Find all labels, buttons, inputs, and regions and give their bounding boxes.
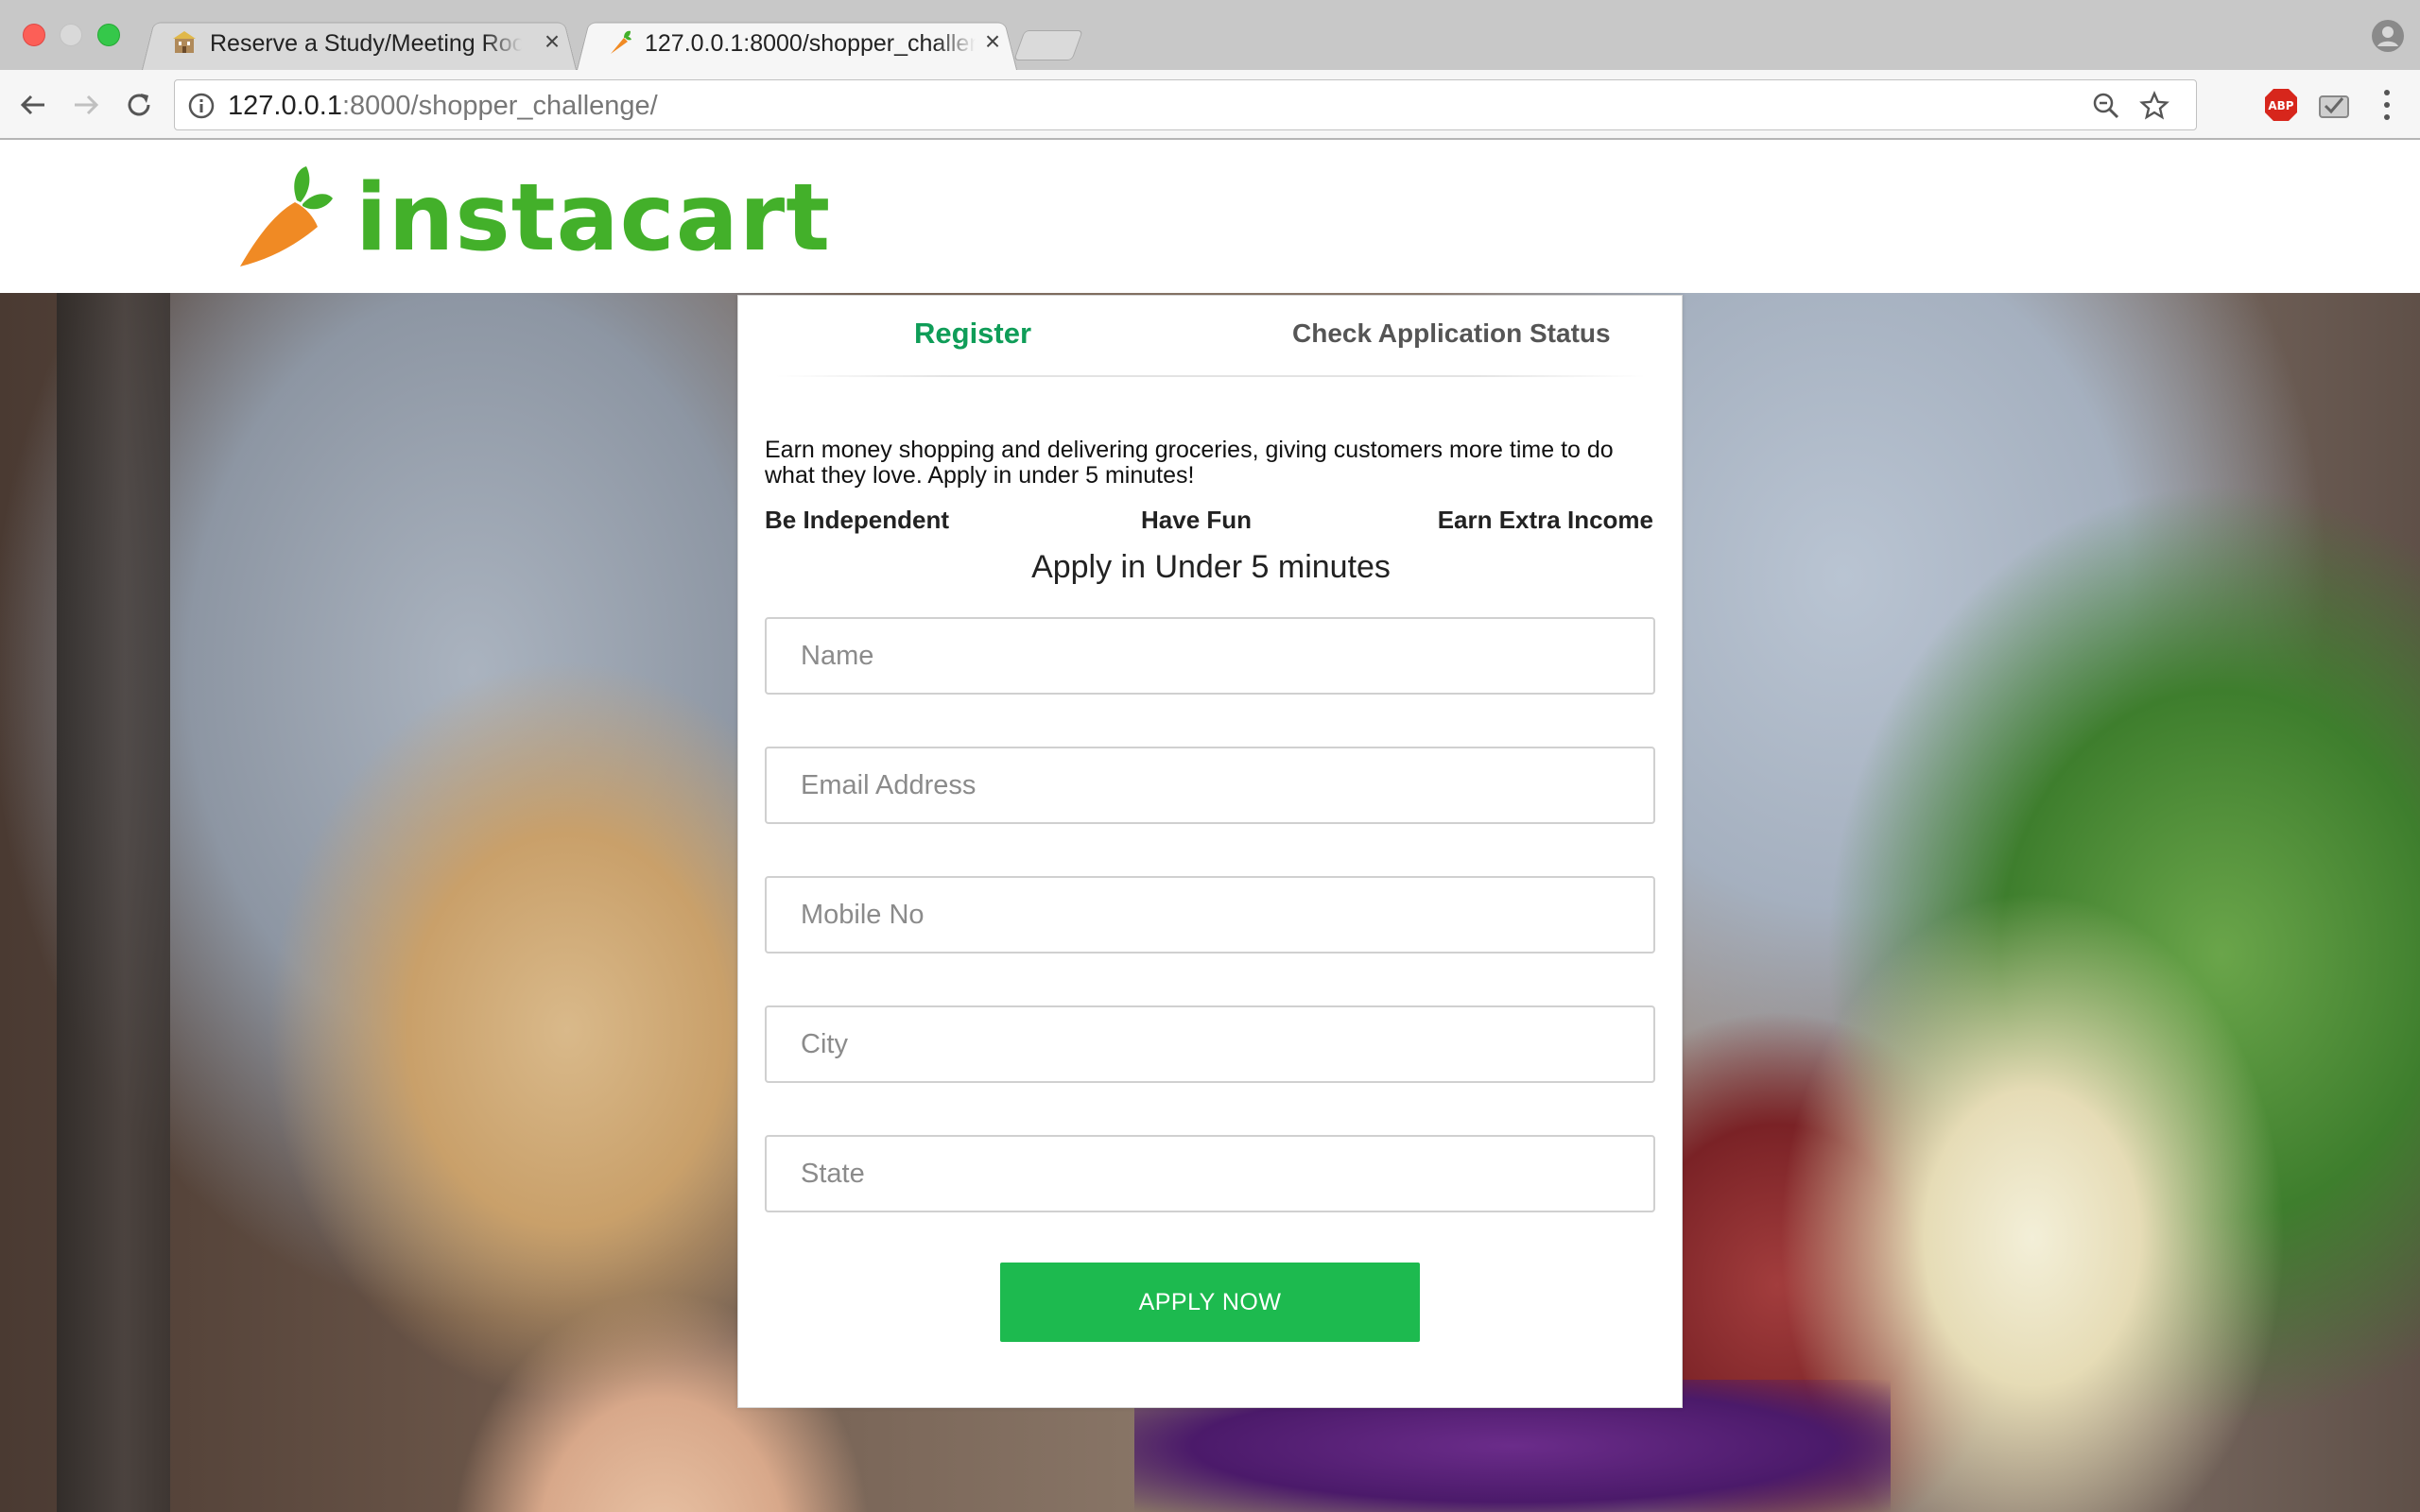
name-input[interactable] <box>765 617 1655 695</box>
perk-income: Earn Extra Income <box>1437 506 1653 534</box>
forward-button[interactable] <box>66 85 106 125</box>
address-bar[interactable]: 127.0.0.1:8000/shopper_challenge/ <box>174 79 2197 130</box>
abp-icon[interactable]: ABP <box>2263 87 2299 123</box>
reload-button[interactable] <box>119 85 159 125</box>
instacart-logo[interactable]: instacart <box>236 164 831 272</box>
back-button[interactable] <box>13 85 53 125</box>
apply-now-button[interactable]: APPLY NOW <box>1000 1263 1420 1342</box>
forward-arrow-icon <box>75 94 99 115</box>
intro-text: Earn money shopping and delivering groce… <box>765 437 1614 489</box>
svg-text:ABP: ABP <box>2268 99 2293 112</box>
browser-tab-title: Reserve a Study/Meeting Room <box>210 30 522 57</box>
tab-strip: Reserve a Study/Meeting Room × 127.0.0.1… <box>0 0 2420 70</box>
form-heading: Apply in Under 5 minutes <box>1031 549 1391 585</box>
state-input[interactable] <box>765 1135 1655 1212</box>
carrot-logo-icon <box>240 166 333 266</box>
city-input[interactable] <box>765 1005 1655 1083</box>
url-host: 127.0.0.1 <box>228 91 342 121</box>
url-text: 127.0.0.1:8000/shopper_challenge/ <box>228 91 658 122</box>
signup-card: Register Check Application Status Earn m… <box>737 295 1683 1408</box>
info-icon[interactable] <box>188 93 215 119</box>
email-input[interactable] <box>765 747 1655 824</box>
browser-tab-shopper-challenge[interactable]: 127.0.0.1:8000/shopper_challenge/ × <box>577 17 1017 70</box>
close-tab-icon[interactable]: × <box>539 28 565 55</box>
card-tabs: Register Check Application Status <box>738 296 1684 377</box>
perk-fun: Have Fun <box>1141 506 1253 534</box>
close-window-button[interactable] <box>23 24 45 46</box>
browser-tab-reserve-room[interactable]: Reserve a Study/Meeting Room × <box>142 17 577 70</box>
url-path: :8000/shopper_challenge/ <box>341 91 658 121</box>
close-tab-icon[interactable]: × <box>979 28 1006 55</box>
bookmark-star-icon[interactable] <box>2139 91 2169 121</box>
site-header: instacart <box>0 140 2420 293</box>
carrot-icon <box>605 28 633 57</box>
mobile-input[interactable] <box>765 876 1655 954</box>
extension-icon[interactable] <box>2316 87 2352 123</box>
building-icon <box>170 28 199 57</box>
brand-wordmark: instacart <box>355 164 832 272</box>
tab-check-application-status[interactable]: Check Application Status <box>1292 318 1611 349</box>
back-arrow-icon <box>20 94 44 115</box>
minimize-window-button[interactable] <box>60 24 82 46</box>
perks-row: Be Independent Have Fun Earn Extra Incom… <box>765 506 1653 538</box>
reload-icon <box>128 94 150 116</box>
browser-chrome: Reserve a Study/Meeting Room × 127.0.0.1… <box>0 0 2420 140</box>
browser-toolbar: 127.0.0.1:8000/shopper_challenge/ ABP <box>0 70 2420 140</box>
browser-menu-icon[interactable] <box>2373 87 2401 123</box>
browser-tab-title: 127.0.0.1:8000/shopper_challenge/ <box>645 30 976 57</box>
zoom-out-icon[interactable] <box>2092 92 2120 120</box>
tab-register[interactable]: Register <box>914 317 1031 351</box>
new-tab-button[interactable] <box>1013 30 1083 60</box>
zoom-window-button[interactable] <box>97 24 120 46</box>
profile-icon[interactable] <box>2371 19 2405 53</box>
tabs-divider <box>776 375 1646 377</box>
perk-independent: Be Independent <box>765 506 950 534</box>
